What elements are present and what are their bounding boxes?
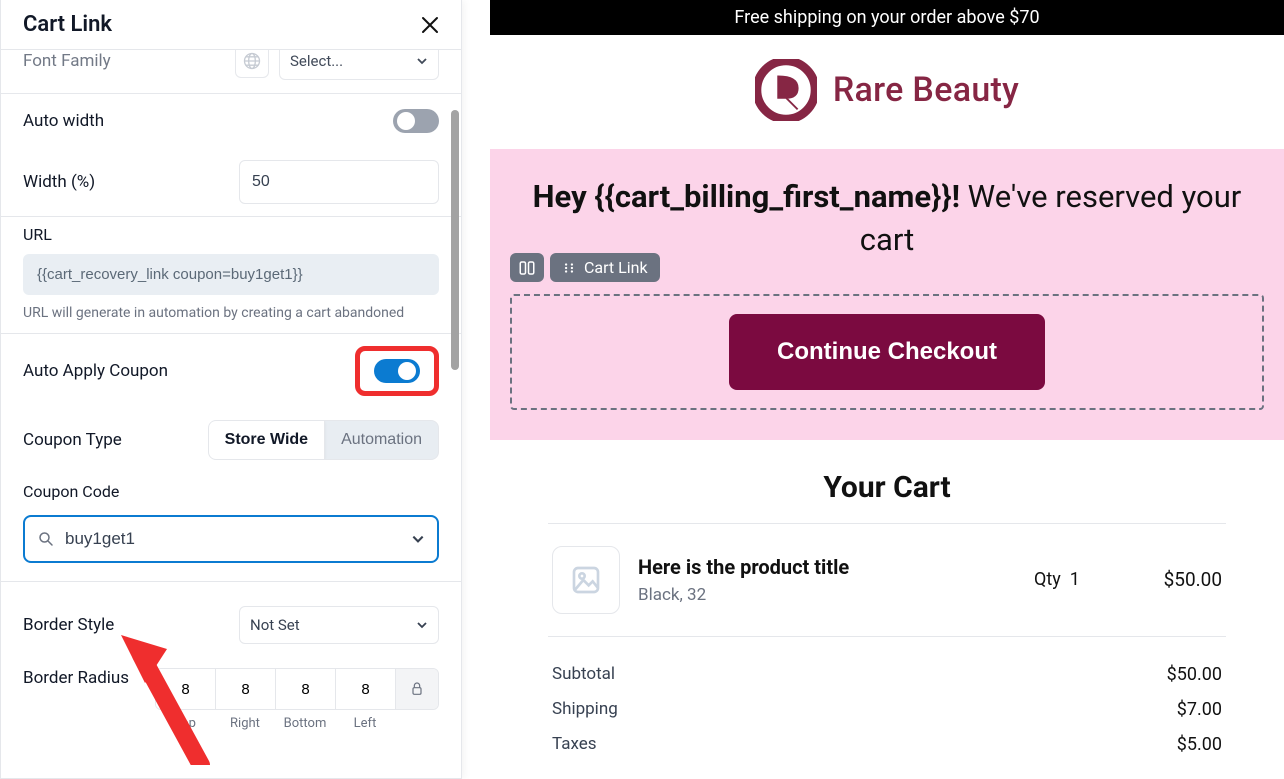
settings-panel: Cart Link Font Family Select... (0, 0, 462, 779)
width-label: Width (%) (23, 172, 95, 192)
auto-apply-highlight (355, 346, 439, 396)
promo-banner: Free shipping on your order above $70 (490, 0, 1284, 35)
auto-apply-coupon-label: Auto Apply Coupon (23, 361, 168, 381)
border-radius-left-input[interactable] (336, 669, 395, 709)
editor-pills: Cart Link (510, 253, 660, 282)
total-row-shipping: Shipping $7.00 (548, 692, 1226, 727)
close-icon (421, 16, 439, 34)
columns-pill[interactable] (510, 253, 544, 282)
coupon-type-store-wide[interactable]: Store Wide (209, 421, 325, 459)
product-info: Here is the product title Black, 32 (638, 555, 1016, 605)
auto-width-row: Auto width (1, 94, 461, 148)
total-value: $7.00 (1177, 699, 1222, 720)
width-input[interactable] (239, 160, 439, 204)
close-button[interactable] (421, 16, 439, 34)
font-family-label: Font Family (23, 51, 111, 71)
product-price: $50.00 (1132, 568, 1222, 591)
cart-box: Here is the product title Black, 32 Qty … (548, 523, 1226, 762)
coupon-type-segmented: Store Wide Automation (208, 420, 439, 460)
panel-title: Cart Link (23, 12, 112, 37)
panel-body: Font Family Select... Auto width (1, 50, 461, 778)
auto-apply-coupon-toggle[interactable] (374, 359, 420, 383)
border-radius-bottom-input[interactable] (276, 669, 335, 709)
total-value: $5.00 (1177, 734, 1222, 755)
url-readonly-input[interactable] (23, 254, 439, 295)
border-radius-side-labels: Top Right Bottom Left (155, 716, 439, 731)
coupon-code-input[interactable] (65, 529, 401, 549)
chevron-down-icon (411, 532, 425, 546)
coupon-type-row: Coupon Type Store Wide Automation (1, 408, 461, 472)
total-label: Subtotal (552, 664, 615, 685)
border-style-label: Border Style (23, 615, 114, 635)
font-family-row: Font Family Select... (1, 50, 461, 94)
email-preview: Free shipping on your order above $70 Ra… (490, 0, 1284, 779)
font-preview-button[interactable] (235, 50, 269, 78)
coupon-type-automation[interactable]: Automation (325, 421, 438, 459)
font-family-select[interactable]: Select... (279, 50, 439, 80)
border-radius-lock-button[interactable] (396, 669, 438, 709)
url-label: URL (23, 225, 439, 244)
chevron-down-icon (416, 619, 428, 631)
product-image-placeholder (552, 546, 620, 614)
panel-scrollbar[interactable] (451, 110, 459, 370)
border-style-row: Border Style Not Set (1, 582, 461, 656)
auto-width-toggle[interactable] (393, 109, 439, 133)
lock-icon (409, 681, 425, 697)
product-row: Here is the product title Black, 32 Qty … (548, 523, 1226, 636)
globe-icon (242, 51, 262, 71)
continue-checkout-button[interactable]: Continue Checkout (729, 314, 1045, 390)
width-row: Width (%) (1, 148, 461, 217)
columns-icon (518, 259, 536, 277)
border-radius-top-input[interactable] (156, 669, 215, 709)
product-variant: Black, 32 (638, 585, 1016, 605)
cart-title: Your Cart (490, 470, 1284, 505)
border-style-value: Not Set (250, 616, 300, 634)
hero-heading: Hey {{cart_billing_first_name}}! We've r… (510, 175, 1264, 262)
coupon-code-block: Coupon Code (1, 472, 461, 582)
cart-link-pill-label: Cart Link (584, 258, 648, 277)
radius-label-right: Right (215, 716, 275, 731)
url-help-text: URL will generate in automation by creat… (23, 305, 439, 321)
border-radius-controls: Top Right Bottom Left (155, 668, 439, 731)
total-value: $50.00 (1167, 664, 1222, 685)
border-radius-right-input[interactable] (216, 669, 275, 709)
total-label: Shipping (552, 699, 618, 720)
panel-header: Cart Link (1, 0, 461, 50)
total-label: Taxes (552, 734, 597, 755)
border-radius-label: Border Radius (23, 668, 129, 688)
font-family-value: Select... (290, 52, 343, 70)
border-style-select[interactable]: Not Set (239, 606, 439, 644)
hero-prefix: Hey (533, 178, 595, 215)
url-block: URL URL will generate in automation by c… (1, 217, 461, 334)
cart-link-pill[interactable]: Cart Link (550, 253, 660, 282)
total-row-subtotal: Subtotal $50.00 (548, 657, 1226, 692)
product-qty-label: Qty (1034, 569, 1061, 590)
auto-apply-coupon-row: Auto Apply Coupon (1, 334, 461, 408)
auto-width-label: Auto width (23, 111, 104, 131)
hero-variable: {{cart_billing_first_name}}! (594, 178, 960, 215)
chevron-down-icon (416, 55, 428, 67)
cta-slot[interactable]: Continue Checkout (510, 294, 1264, 410)
coupon-code-search[interactable] (23, 515, 439, 563)
product-title: Here is the product title (638, 555, 1016, 579)
image-icon (570, 564, 602, 596)
border-radius-row: Border Radius Top Right Botto (1, 656, 461, 743)
radius-label-bottom: Bottom (275, 716, 335, 731)
hero-section: Hey {{cart_billing_first_name}}! We've r… (490, 149, 1284, 440)
brand-header: Rare Beauty (490, 35, 1284, 149)
search-icon (37, 530, 55, 548)
product-qty-value: 1 (1070, 569, 1080, 590)
coupon-code-label: Coupon Code (23, 482, 439, 501)
brand-logo-icon (755, 59, 817, 121)
coupon-type-label: Coupon Type (23, 430, 122, 450)
radius-label-left: Left (335, 716, 395, 731)
product-qty: Qty 1 (1034, 569, 1114, 590)
totals: Subtotal $50.00 Shipping $7.00 Taxes $5.… (548, 636, 1226, 762)
drag-handle-icon (562, 261, 576, 275)
radius-label-top: Top (155, 716, 215, 731)
total-row-taxes: Taxes $5.00 (548, 727, 1226, 762)
brand-name: Rare Beauty (833, 70, 1019, 110)
